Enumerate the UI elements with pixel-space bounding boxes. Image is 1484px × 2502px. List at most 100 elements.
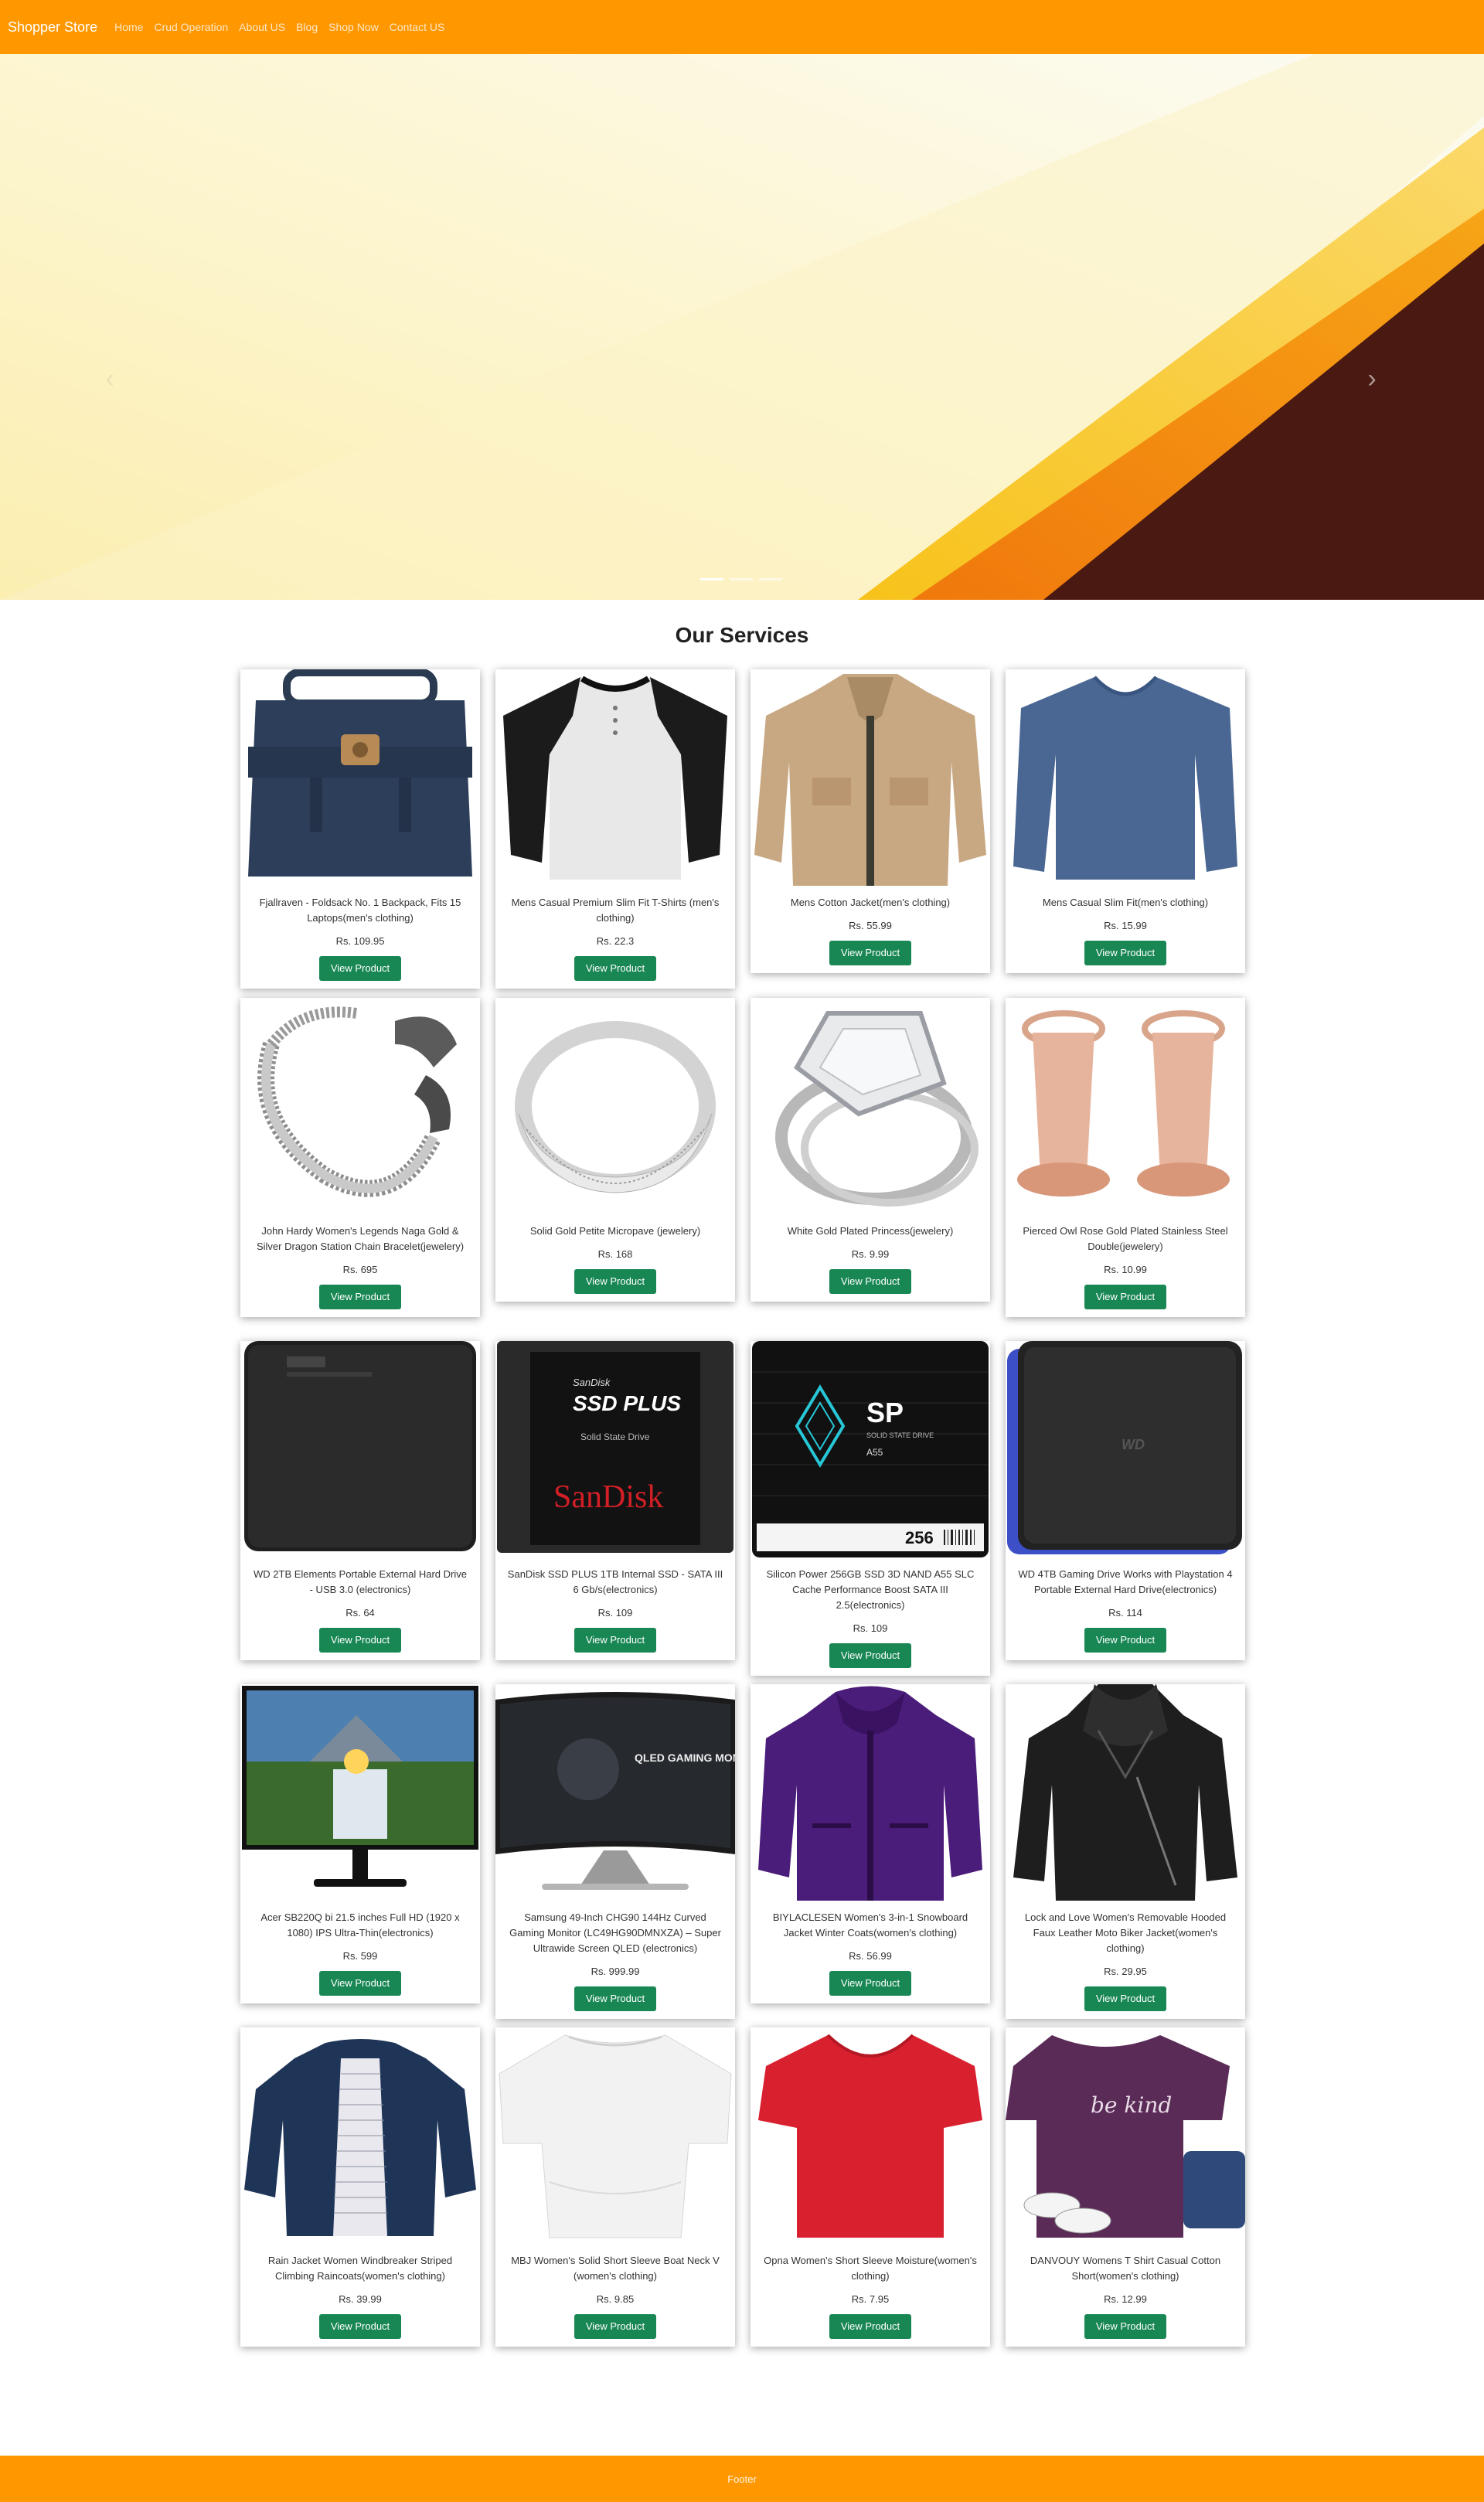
product-card: Opna Women's Short Sleeve Moisture(women… <box>751 2027 990 2347</box>
product-card: Mens Cotton Jacket(men's clothing) Rs. 5… <box>751 669 990 973</box>
carousel-indicators <box>700 578 782 580</box>
view-product-button[interactable]: View Product <box>574 1986 656 2011</box>
nav-blog[interactable]: Blog <box>296 21 318 33</box>
view-product-button[interactable]: View Product <box>319 2314 401 2339</box>
nav-contact-us[interactable]: Contact US <box>390 21 445 33</box>
product-title: Rain Jacket Women Windbreaker Striped Cl… <box>267 2255 453 2282</box>
product-title: BIYLACLESEN Women's 3-in-1 Snowboard Jac… <box>772 1911 968 1939</box>
product-card: Lock and Love Women's Removable Hooded F… <box>1006 1684 1245 2019</box>
view-product-button[interactable]: View Product <box>574 1269 656 1294</box>
product-price: Rs. 168 <box>597 1248 633 1260</box>
product-title: John Hardy Women's Legends Naga Gold & S… <box>256 1225 465 1252</box>
product-image-samsung-monitor[interactable]: QLED GAMING MONITOR <box>495 1684 735 1902</box>
product-price: Rs. 12.99 <box>1104 2293 1147 2305</box>
product-price: Rs. 39.99 <box>339 2293 382 2305</box>
monitor-text: QLED GAMING MONITOR <box>635 1751 735 1764</box>
view-product-button[interactable]: View Product <box>574 2314 656 2339</box>
chevron-left-icon[interactable]: ‹ <box>94 363 125 394</box>
product-card: Acer SB220Q bi 21.5 inches Full HD (1920… <box>240 1684 480 2003</box>
product-image-sandisk-ssd[interactable]: SanDisk SSD PLUS Solid State Drive SanDi… <box>495 1341 735 1559</box>
product-image-slim-fit-shirt[interactable] <box>1006 669 1245 887</box>
product-price: Rs. 599 <box>342 1950 378 1962</box>
hero-slide-image <box>0 54 1484 600</box>
product-image-rose-gold-plugs[interactable] <box>1006 998 1245 1216</box>
product-card: White Gold Plated Princess(jewelery) Rs.… <box>751 998 990 1302</box>
product-price: Rs. 9.85 <box>596 2293 635 2305</box>
product-price: Rs. 22.3 <box>596 935 635 947</box>
view-product-button[interactable]: View Product <box>319 1628 401 1653</box>
product-title: Mens Casual Slim Fit(men's clothing) <box>1042 897 1209 908</box>
sp-model: A55 <box>866 1447 883 1458</box>
product-image-silicon-power-ssd[interactable]: SP SOLID STATE DRIVE A55 256 <box>751 1341 990 1559</box>
view-product-button[interactable]: View Product <box>574 956 656 981</box>
product-image-princess-ring[interactable] <box>751 998 990 1216</box>
view-product-button[interactable]: View Product <box>1084 2314 1166 2339</box>
nav-shop-now[interactable]: Shop Now <box>328 21 379 33</box>
product-price: Rs. 114 <box>1108 1607 1142 1619</box>
product-image-wd-2tb-drive[interactable] <box>240 1341 480 1559</box>
view-product-button[interactable]: View Product <box>319 1971 401 1996</box>
product-card: SP SOLID STATE DRIVE A55 256 Silicon Pow… <box>751 1341 990 1676</box>
product-title: Fjallraven - Foldsack No. 1 Backpack, Fi… <box>259 897 461 924</box>
product-price: Rs. 7.95 <box>851 2293 890 2305</box>
tee-text: be kind <box>1091 2092 1172 2118</box>
product-image-red-tee[interactable] <box>751 2027 990 2245</box>
product-title: MBJ Women's Solid Short Sleeve Boat Neck… <box>511 2255 720 2282</box>
view-product-button[interactable]: View Product <box>574 1628 656 1653</box>
footer-text: Footer <box>727 2473 757 2485</box>
view-product-button[interactable]: View Product <box>1084 1628 1166 1653</box>
ssd-sub: Solid State Drive <box>580 1431 650 1442</box>
view-product-button[interactable]: View Product <box>1084 1285 1166 1309</box>
product-image-backpack[interactable] <box>240 669 480 887</box>
product-title: SanDisk SSD PLUS 1TB Internal SSD - SATA… <box>507 1568 723 1595</box>
product-price: Rs. 29.95 <box>1104 1966 1147 1977</box>
view-product-button[interactable]: View Product <box>1084 941 1166 965</box>
product-image-wd-4tb-gaming-drive[interactable]: WD <box>1006 1341 1245 1559</box>
product-image-boat-neck-tee[interactable] <box>495 2027 735 2245</box>
view-product-button[interactable]: View Product <box>829 2314 911 2339</box>
view-product-button[interactable]: View Product <box>319 956 401 981</box>
sp-logo: SP <box>866 1397 904 1428</box>
product-title: Lock and Love Women's Removable Hooded F… <box>1024 1911 1227 1954</box>
carousel-indicator-3[interactable] <box>759 578 782 580</box>
product-price: Rs. 15.99 <box>1104 920 1147 931</box>
view-product-button[interactable]: View Product <box>829 1971 911 1996</box>
product-price: Rs. 109 <box>597 1607 633 1619</box>
product-title: WD 4TB Gaming Drive Works with Playstati… <box>1018 1568 1233 1595</box>
product-title: Mens Cotton Jacket(men's clothing) <box>790 897 951 908</box>
product-card: BIYLACLESEN Women's 3-in-1 Snowboard Jac… <box>751 1684 990 2003</box>
view-product-button[interactable]: View Product <box>829 941 911 965</box>
carousel-indicator-1[interactable] <box>700 578 723 580</box>
product-image-be-kind-tee[interactable]: be kind <box>1006 2027 1245 2245</box>
carousel-indicator-2[interactable] <box>730 578 753 580</box>
brand-logo[interactable]: Shopper Store <box>8 19 97 36</box>
product-price: Rs. 999.99 <box>591 1966 640 1977</box>
view-product-button[interactable]: View Product <box>829 1643 911 1668</box>
nav-crud-operation[interactable]: Crud Operation <box>154 21 228 33</box>
services-title: Our Services <box>675 623 809 647</box>
product-price: Rs. 55.99 <box>849 920 892 931</box>
chevron-right-icon[interactable]: › <box>1356 363 1387 394</box>
product-image-leather-jacket[interactable] <box>1006 1684 1245 1902</box>
nav-about-us[interactable]: About US <box>239 21 285 33</box>
wd-logo: WD <box>1122 1437 1145 1452</box>
product-title: Opna Women's Short Sleeve Moisture(women… <box>764 2255 977 2282</box>
product-card: Mens Casual Premium Slim Fit T-Shirts (m… <box>495 669 735 989</box>
product-title: Mens Casual Premium Slim Fit T-Shirts (m… <box>511 897 720 924</box>
view-product-button[interactable]: View Product <box>829 1269 911 1294</box>
nav-home[interactable]: Home <box>114 21 143 33</box>
ssd-logo: SanDisk <box>553 1479 663 1515</box>
product-image-raglan-tshirt[interactable] <box>495 669 735 887</box>
product-image-acer-monitor[interactable] <box>240 1684 480 1902</box>
product-card: QLED GAMING MONITOR Samsung 49-Inch CHG9… <box>495 1684 735 2019</box>
sp-sub: SOLID STATE DRIVE <box>866 1431 934 1439</box>
product-image-gold-ring[interactable] <box>495 998 735 1216</box>
product-card: Fjallraven - Foldsack No. 1 Backpack, Fi… <box>240 669 480 989</box>
view-product-button[interactable]: View Product <box>319 1285 401 1309</box>
product-image-cotton-jacket[interactable] <box>751 669 990 887</box>
product-image-snowboard-jacket[interactable] <box>751 1684 990 1902</box>
view-product-button[interactable]: View Product <box>1084 1986 1166 2011</box>
product-image-dragon-bracelet[interactable] <box>240 998 480 1216</box>
product-title: Pierced Owl Rose Gold Plated Stainless S… <box>1023 1225 1228 1252</box>
product-image-rain-jacket[interactable] <box>240 2027 480 2245</box>
